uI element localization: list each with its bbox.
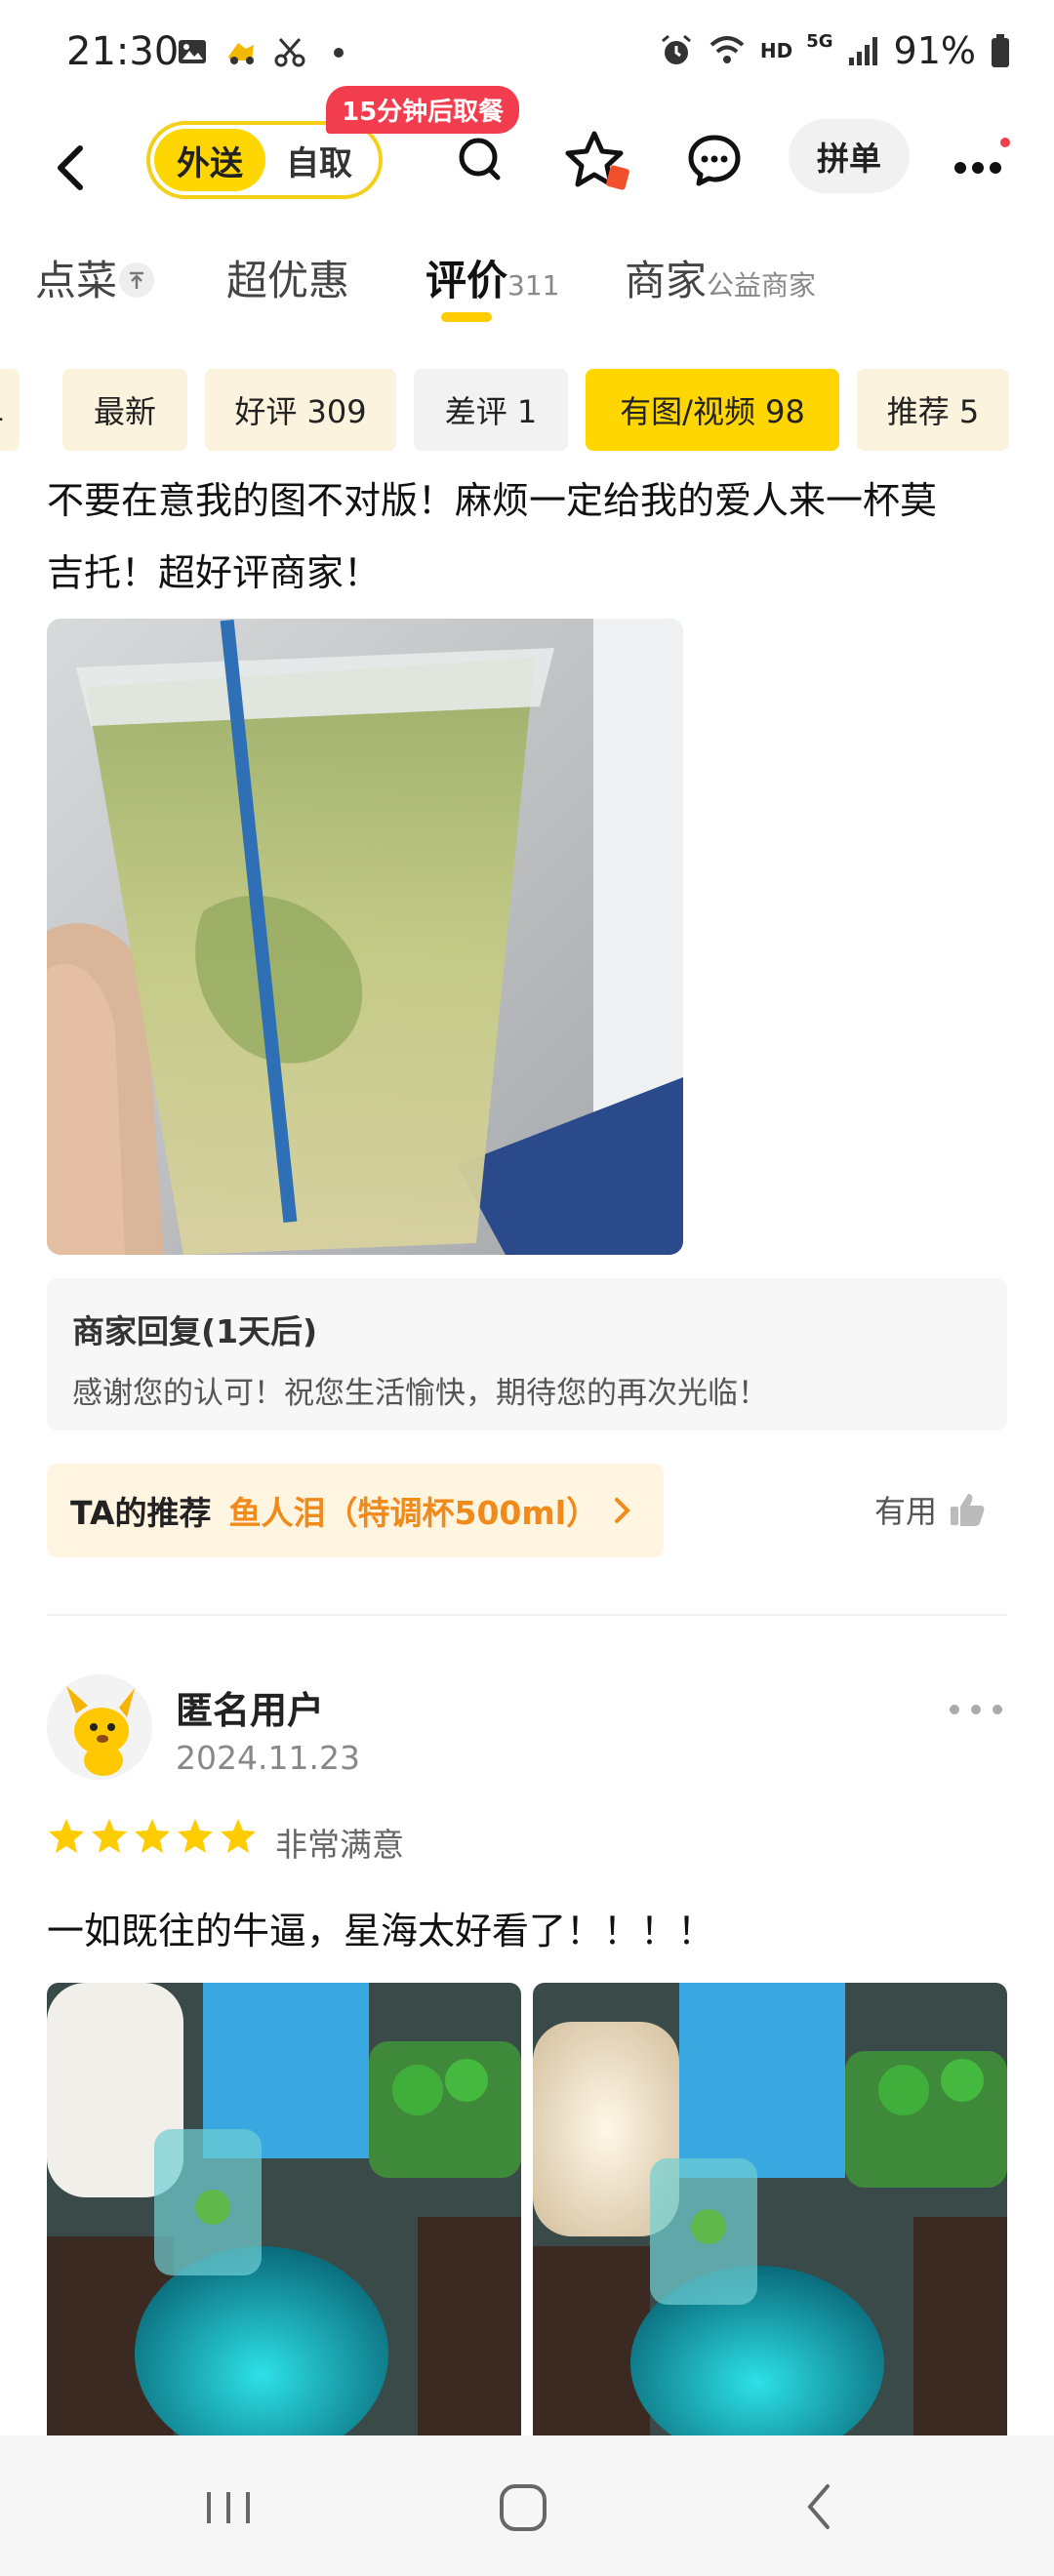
chat-button[interactable] <box>675 121 753 199</box>
signal-bars-icon <box>848 37 877 65</box>
home-icon[interactable] <box>484 2473 562 2541</box>
recommend-item-name: 鱼人泪（特调杯500ml） <box>228 1494 599 1532</box>
tab-reviews-label: 评价 <box>426 257 508 304</box>
tab-reviews[interactable]: 评价311 <box>426 248 559 307</box>
more-options-icon[interactable] <box>945 1698 1007 1721</box>
review-photo[interactable] <box>533 1983 1007 2435</box>
recommended-item-link[interactable]: TA的推荐 鱼人泪（特调杯500ml） <box>47 1464 664 1557</box>
merchant-reply-title: 商家回复(1天后) <box>72 1312 318 1350</box>
review-photo[interactable] <box>47 1983 521 2435</box>
status-right-group: HD 5G 91% <box>659 29 1011 72</box>
back-arrow-icon[interactable] <box>43 127 101 205</box>
group-order-button[interactable]: 拼单 <box>789 119 910 193</box>
chat-icon <box>688 135 741 186</box>
helpful-label: 有用 <box>874 1493 938 1530</box>
satisfaction-label: 非常满意 <box>275 1826 404 1864</box>
tab-reviews-count: 311 <box>507 269 560 302</box>
review-text: 一如既往的牛逼，星海太好看了！！！！ <box>47 1910 715 1952</box>
tab-order-label: 点菜 <box>35 257 118 304</box>
status-bar: 21:30 HD 5G 91% <box>0 0 1054 107</box>
review-photo[interactable] <box>47 619 683 1255</box>
reviewer-name: 匿名用户 <box>176 1689 325 1732</box>
filter-chip-all[interactable]: 1 <box>0 369 20 451</box>
recent-apps-icon[interactable] <box>189 2473 267 2541</box>
gallery-icon <box>179 40 206 63</box>
dot-icon <box>334 48 344 58</box>
merchant-reply: 商家回复(1天后) 感谢您的认可！祝您生活愉快，期待您的再次光临！ <box>47 1278 1007 1430</box>
star-rating <box>47 1817 258 1856</box>
search-button[interactable] <box>441 121 519 199</box>
delivery-mode-option[interactable]: 外送 <box>154 129 265 191</box>
system-nav-bar <box>0 2435 1054 2576</box>
star-icon <box>135 1819 170 1853</box>
filter-chip-positive[interactable]: 好评 309 <box>205 369 396 451</box>
tab-deals[interactable]: 超优惠 <box>226 248 349 307</box>
star-icon <box>178 1819 213 1853</box>
recommend-label: TA的推荐 <box>70 1494 212 1532</box>
delivery-app-icon <box>228 43 254 64</box>
tab-merchant-sub: 公益商家 <box>707 269 817 302</box>
tab-merchant-label: 商家 <box>625 257 708 304</box>
battery-percent: 91% <box>893 29 976 72</box>
store-header: 外送 自取 15分钟后取餐 拼单 <box>0 86 1054 224</box>
back-nav-icon[interactable] <box>781 2473 859 2541</box>
star-icon <box>92 1819 127 1853</box>
filter-chip-with-media[interactable]: 有图/视频 98 <box>586 369 839 451</box>
pickup-mode-option[interactable]: 自取 <box>265 129 373 191</box>
pin-top-icon <box>119 262 155 298</box>
review-text: 不要在意我的图不对版！麻烦一定给我的爱人来一杯莫 吉托！超好评商家！ <box>47 464 1003 609</box>
search-icon <box>459 138 501 181</box>
alarm-icon <box>661 34 691 64</box>
network-type-label: HD <box>759 39 793 62</box>
review-filter-bar: 1 最新 好评 309 差评 1 有图/视频 98 推荐 5 <box>0 369 1054 453</box>
status-notification-icons <box>176 35 355 68</box>
avatar[interactable] <box>47 1674 152 1780</box>
star-icon <box>49 1819 84 1853</box>
star-icon <box>221 1819 256 1853</box>
status-time: 21:30 <box>66 29 180 74</box>
battery-icon <box>992 34 1009 67</box>
review-text-line: 吉托！超好评商家！ <box>47 551 382 594</box>
scissors-icon <box>274 38 305 67</box>
favorite-star-icon <box>565 131 629 190</box>
filter-chip-recommended[interactable]: 推荐 5 <box>857 369 1009 451</box>
more-icon[interactable] <box>947 121 1015 199</box>
review-divider <box>47 1614 1007 1616</box>
filter-chip-negative[interactable]: 差评 1 <box>414 369 568 451</box>
filter-chip-latest[interactable]: 最新 <box>62 369 187 451</box>
tab-order[interactable]: 点菜 <box>35 248 155 307</box>
thumbs-up-icon <box>951 1494 985 1526</box>
signal-type-label: 5G <box>806 30 833 52</box>
chevron-right-icon <box>615 1498 630 1523</box>
merchant-reply-text: 感谢您的认可！祝您生活愉快，期待您的再次光临！ <box>72 1376 768 1411</box>
review-date: 2024.11.23 <box>176 1739 360 1777</box>
wifi-icon <box>709 36 745 63</box>
tab-merchant[interactable]: 商家公益商家 <box>625 248 816 307</box>
store-tabs: 点菜 超优惠 评价311 商家公益商家 <box>0 234 1054 342</box>
review-text-line: 不要在意我的图不对版！麻烦一定给我的爱人来一杯莫 <box>47 479 938 522</box>
helpful-button[interactable]: 有用 <box>874 1487 986 1532</box>
favorite-button[interactable] <box>558 121 636 199</box>
active-tab-indicator <box>441 312 492 322</box>
